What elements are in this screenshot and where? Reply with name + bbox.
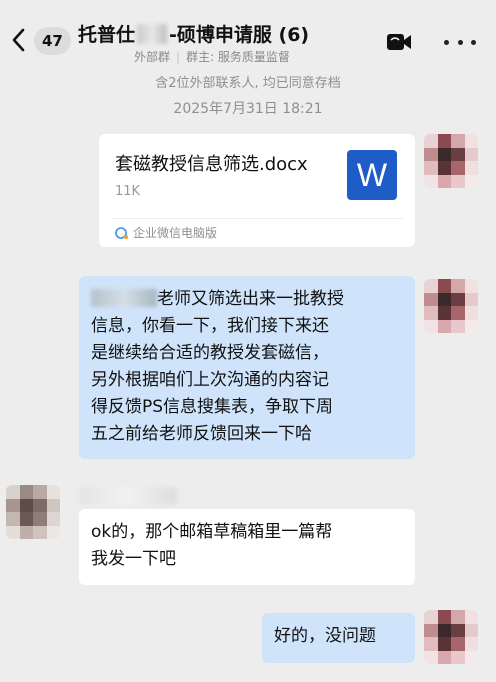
more-icon-dot — [471, 39, 476, 45]
message-line: 得反馈PS信息搜集表，争取下周 — [91, 397, 334, 417]
file-name: 套磁教授信息筛选.docx — [115, 154, 308, 175]
file-source: 企业微信电脑版 — [115, 224, 217, 241]
my-message-bubble[interactable]: 老师又筛选出来一批教授 信息，你看一下，我们接下来还 是继续给合适的教授发套磁信… — [79, 276, 415, 459]
unread-count-badge[interactable]: 47 — [34, 27, 71, 55]
title-prefix: 托普仕 — [78, 24, 136, 46]
my-reply-bubble[interactable]: 好的，没问题 — [262, 613, 415, 663]
sender-avatar[interactable] — [6, 485, 60, 539]
sender-name — [79, 487, 177, 505]
their-message-bubble[interactable]: ok的，那个邮箱草稿箱里一篇帮 我发一下吧 — [79, 509, 415, 585]
external-contacts-notice: 含2位外部联系人, 均已同意存档 — [155, 76, 341, 91]
message-line: 我发一下吧 — [91, 549, 176, 569]
group-owner-label: 群主: 服务质量监督 — [186, 50, 290, 64]
video-call-button[interactable] — [386, 32, 412, 52]
message-text: 老师又筛选出来一批教授 — [157, 289, 344, 309]
group-info-line: 外部群 | 群主: 服务质量监督 — [134, 50, 290, 64]
my-avatar[interactable] — [424, 279, 478, 333]
chat-title[interactable]: 托普仕 -硕博申请服 (6) — [78, 20, 368, 47]
more-button[interactable] — [444, 30, 476, 54]
video-call-icon — [387, 34, 411, 50]
external-group-tag: 外部群 — [134, 50, 171, 64]
file-message-card[interactable]: 套磁教授信息筛选.docx 11K W 企业微信电脑版 — [99, 134, 415, 247]
more-icon — [444, 39, 449, 45]
chat-header: 47 托普仕 -硕博申请服 (6) 外部群 | 群主: 服务质量监督 — [0, 0, 496, 70]
message-line: 信息，你看一下，我们接下来还 — [91, 316, 329, 336]
message-line: 另外根据咱们上次沟通的内容记 — [91, 370, 329, 390]
file-source-label: 企业微信电脑版 — [133, 226, 218, 240]
my-avatar[interactable] — [424, 610, 478, 664]
title-suffix: -硕博申请服 (6) — [169, 24, 310, 46]
message-line: ok的，那个邮箱草稿箱里一篇帮 — [91, 522, 333, 542]
my-avatar[interactable] — [424, 134, 478, 188]
file-card-divider — [111, 218, 403, 219]
message-line: 是继续给合适的教授发套磁信， — [91, 343, 329, 363]
message-text: 好的，没问题 — [274, 626, 376, 646]
back-button[interactable] — [6, 24, 30, 56]
file-size: 11K — [115, 184, 141, 199]
more-icon-dot — [457, 39, 463, 45]
chevron-left-icon — [12, 28, 25, 52]
message-timestamp: 2025年7月31日 18:21 — [173, 101, 323, 117]
message-line: 五之前给老师反馈回来一下哈 — [91, 424, 312, 444]
word-file-icon: W — [347, 150, 397, 200]
redacted-name — [91, 289, 157, 307]
wecom-icon — [115, 226, 128, 239]
redacted-name — [137, 24, 168, 44]
message-line: 老师又筛选出来一批教授 — [91, 286, 403, 313]
